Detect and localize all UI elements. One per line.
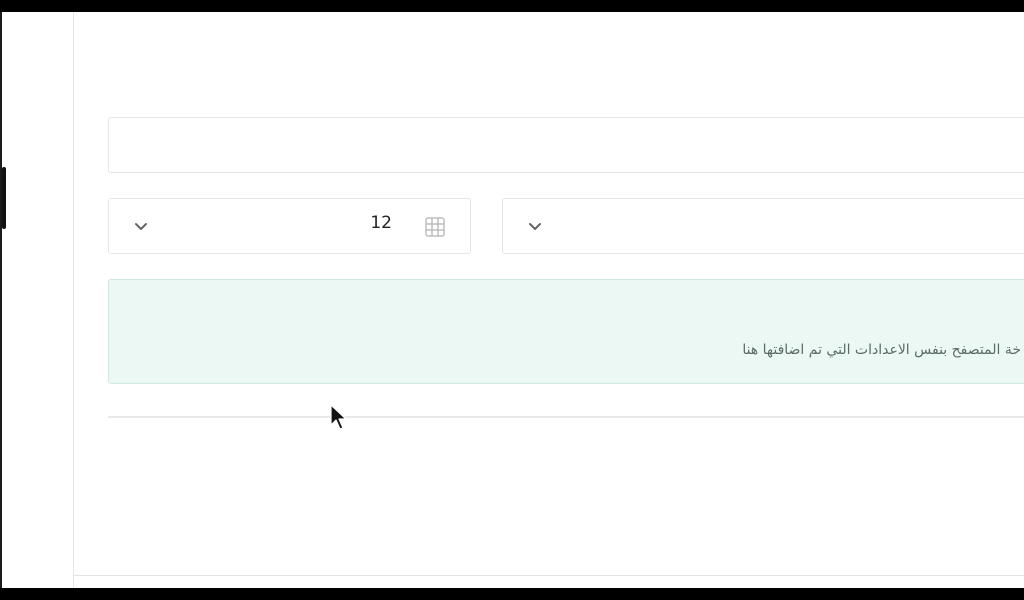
window-edge [0, 12, 2, 588]
scrollbar-thumb[interactable] [2, 167, 6, 229]
app-viewport: 12 خة المتصفح بنفس الاعدادات التي تم اضا… [0, 12, 1024, 588]
info-notice: خة المتصفح بنفس الاعدادات التي تم اضافته… [108, 279, 1024, 384]
chevron-down-icon [135, 223, 147, 230]
count-select[interactable]: 12 [108, 198, 471, 254]
text-input[interactable] [108, 117, 1024, 173]
grid-icon [425, 217, 445, 237]
section-divider [108, 416, 1024, 418]
secondary-select[interactable] [502, 198, 1024, 254]
count-select-value: 12 [370, 213, 392, 233]
left-gutter [0, 12, 74, 588]
chevron-down-icon [529, 223, 541, 230]
mouse-cursor-icon [330, 404, 347, 430]
info-notice-text: خة المتصفح بنفس الاعدادات التي تم اضافته… [742, 342, 1021, 358]
